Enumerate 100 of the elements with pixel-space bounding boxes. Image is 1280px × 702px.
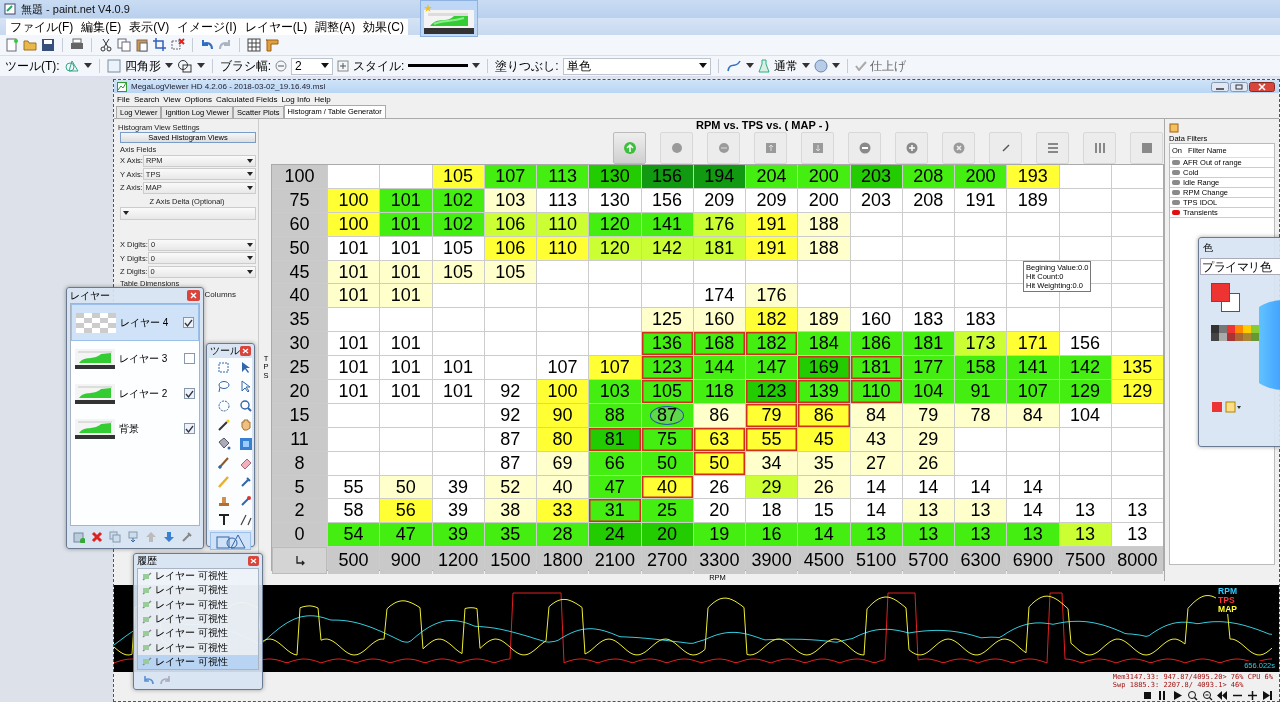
- caret-icon[interactable]: [831, 63, 840, 69]
- dropper-icon[interactable]: [239, 475, 253, 489]
- menu-item[interactable]: 表示(V): [125, 18, 174, 35]
- menu-item[interactable]: イメージ(I): [173, 18, 241, 35]
- delete-icon[interactable]: [91, 531, 103, 543]
- history-item[interactable]: レイヤー 可視性: [138, 583, 258, 598]
- menu-item[interactable]: File: [117, 94, 130, 104]
- brush-width-field[interactable]: 2: [291, 57, 333, 75]
- zoom-out-icon[interactable]: [1202, 690, 1213, 701]
- hand-icon[interactable]: [239, 418, 253, 432]
- recolor-icon[interactable]: [239, 494, 253, 508]
- overlap-shape-icon[interactable]: [176, 59, 193, 73]
- caret-icon[interactable]: [164, 63, 173, 69]
- corner-button[interactable]: [272, 547, 327, 575]
- line-icon[interactable]: [239, 513, 253, 527]
- pencil-icon[interactable]: [1169, 123, 1179, 133]
- caret-icon[interactable]: [196, 63, 205, 69]
- ellipse-select-icon[interactable]: [217, 399, 231, 413]
- gradient-icon[interactable]: [239, 437, 253, 451]
- bucket-icon[interactable]: [217, 437, 231, 451]
- menu-item[interactable]: 編集(E): [77, 18, 126, 35]
- shapes-tool[interactable]: [210, 532, 251, 550]
- history-item[interactable]: レイヤー 可視性: [138, 654, 258, 670]
- toolbar-button[interactable]: [754, 132, 787, 164]
- crop-icon[interactable]: [153, 38, 167, 52]
- down-arrow-icon[interactable]: [163, 531, 175, 543]
- rectangle-select-icon[interactable]: [217, 361, 231, 375]
- layer-item[interactable]: レイヤー 3: [71, 341, 199, 376]
- shape-dropdown[interactable]: 四角形: [124, 57, 161, 75]
- grid-icon[interactable]: [247, 38, 261, 52]
- color-wheel[interactable]: [1259, 300, 1280, 390]
- close-icon[interactable]: [248, 556, 259, 566]
- toolbar-button[interactable]: [942, 132, 975, 164]
- pause-icon[interactable]: [1157, 690, 1168, 701]
- maximize-icon[interactable]: [1230, 81, 1248, 92]
- close-icon[interactable]: [240, 346, 251, 356]
- layer-item[interactable]: 背景: [71, 411, 199, 446]
- close-icon[interactable]: [187, 290, 200, 301]
- caret-icon[interactable]: [801, 63, 810, 69]
- filter-toggle[interactable]: [1172, 170, 1180, 175]
- filter-toggle[interactable]: [1172, 200, 1180, 205]
- menu-item[interactable]: レイヤー(L): [240, 18, 312, 35]
- history-item[interactable]: レイヤー 可視性: [138, 626, 258, 641]
- eraser-icon[interactable]: [239, 456, 253, 470]
- history-item[interactable]: レイヤー 可視性: [138, 569, 258, 584]
- undo-icon[interactable]: [142, 675, 154, 686]
- caret-icon[interactable]: [83, 63, 92, 69]
- layer-item[interactable]: レイヤー 2: [71, 376, 199, 411]
- toolbar-button[interactable]: [1036, 132, 1069, 164]
- filter-toggle[interactable]: [1172, 210, 1180, 215]
- plus-icon[interactable]: [1247, 690, 1258, 701]
- toolbar-button[interactable]: [707, 132, 740, 164]
- caret-icon[interactable]: [472, 63, 481, 69]
- filter-toggle[interactable]: [1172, 180, 1180, 185]
- filter-toggle[interactable]: [1172, 190, 1180, 195]
- menu-item[interactable]: Search: [133, 94, 160, 104]
- color-mode-dropdown[interactable]: プライマリ色: [1200, 258, 1280, 275]
- text-icon[interactable]: [217, 513, 231, 527]
- toolbar-button[interactable]: [613, 132, 646, 164]
- play-icon[interactable]: [1172, 690, 1183, 701]
- close-icon[interactable]: [1249, 81, 1275, 92]
- merge-icon[interactable]: [127, 531, 139, 543]
- add-layer-icon[interactable]: [73, 531, 85, 543]
- visibility-checkbox[interactable]: [184, 353, 195, 364]
- toolbar-button[interactable]: [848, 132, 881, 164]
- paste-icon[interactable]: [135, 38, 149, 52]
- menu-item[interactable]: 調整(A): [311, 18, 360, 35]
- history-item[interactable]: レイヤー 可視性: [138, 640, 258, 655]
- stop-icon[interactable]: [1142, 690, 1153, 701]
- menu-item[interactable]: View: [163, 94, 181, 104]
- undo-icon[interactable]: [200, 38, 214, 52]
- toolbar-button[interactable]: [1083, 132, 1116, 164]
- history-item[interactable]: レイヤー 可視性: [138, 611, 258, 627]
- minimize-icon[interactable]: [1211, 81, 1229, 92]
- menu-item[interactable]: Log Info: [281, 94, 311, 104]
- properties-icon[interactable]: [181, 531, 193, 543]
- blend-mode-dropdown[interactable]: 通常: [773, 57, 798, 75]
- print-icon[interactable]: [70, 38, 84, 52]
- scissors-icon[interactable]: [99, 38, 113, 52]
- save-icon[interactable]: [41, 38, 55, 52]
- caret-icon[interactable]: [745, 63, 754, 69]
- primary-color-swatch[interactable]: [1211, 283, 1230, 302]
- filter-toggle[interactable]: [1172, 160, 1180, 165]
- ruler-icon[interactable]: [265, 38, 279, 52]
- zoom-in-icon[interactable]: [1187, 690, 1198, 701]
- menu-item[interactable]: ファイル(F): [6, 18, 78, 35]
- magnifier-icon[interactable]: [239, 399, 253, 413]
- deselect-icon[interactable]: [171, 38, 185, 52]
- menu-item[interactable]: Calculated Fields: [216, 94, 278, 104]
- lasso-icon[interactable]: [217, 380, 231, 394]
- copy-icon[interactable]: [117, 38, 131, 52]
- wand-icon[interactable]: [217, 418, 231, 432]
- visibility-checkbox[interactable]: [184, 388, 195, 399]
- curve-icon[interactable]: [725, 59, 742, 73]
- toolbar-button[interactable]: [660, 132, 693, 164]
- brush-icon[interactable]: [217, 456, 231, 470]
- toolbar-button[interactable]: [1130, 132, 1163, 164]
- next-icon[interactable]: [1262, 690, 1273, 701]
- finish-button[interactable]: 仕上げ: [854, 57, 906, 75]
- cursor-icon[interactable]: [239, 380, 253, 394]
